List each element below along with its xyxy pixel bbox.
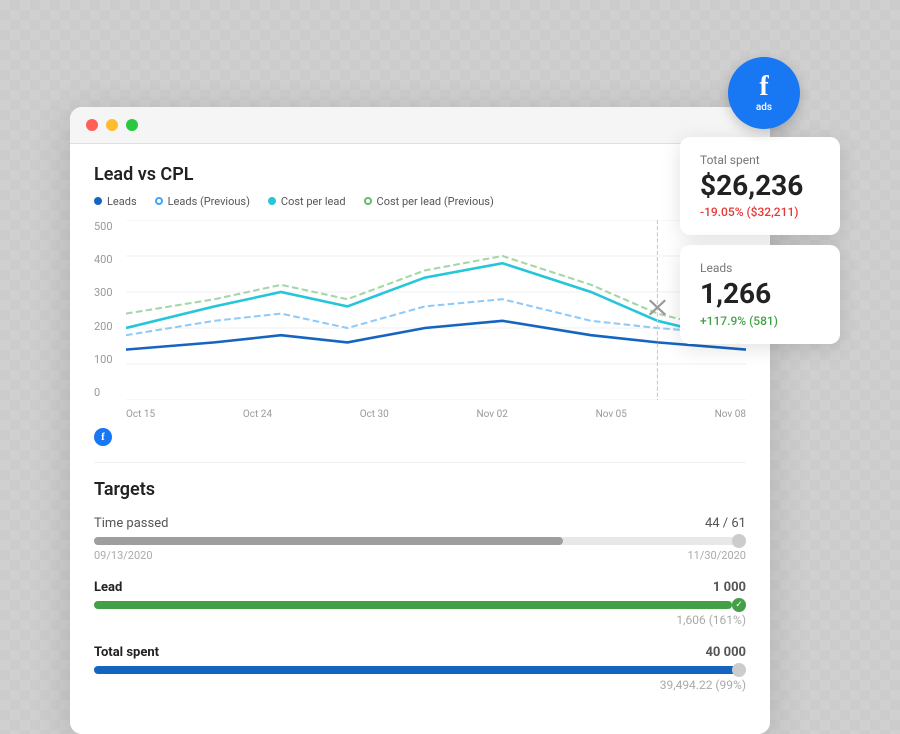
fb-letter: f bbox=[759, 73, 768, 101]
legend-label-cpl-prev: Cost per lead (Previous) bbox=[377, 195, 494, 208]
traffic-light-yellow[interactable] bbox=[106, 119, 118, 131]
fb-ads-badge: f ads bbox=[728, 57, 800, 129]
target-sub-spent: 39,494.22 (99%) bbox=[94, 678, 746, 692]
target-row-time: Time passed 44 / 61 09/13/2020 11/30/202… bbox=[94, 516, 746, 562]
progress-dot-spent bbox=[732, 663, 746, 677]
date-start-time: 09/13/2020 bbox=[94, 549, 153, 562]
legend-label-cpl: Cost per lead bbox=[281, 195, 346, 208]
target-value-spent: 40 000 bbox=[705, 645, 746, 660]
legend-leads-prev: Leads (Previous) bbox=[155, 195, 250, 208]
target-name-lead: Lead bbox=[94, 580, 122, 595]
target-header-lead: Lead 1 000 bbox=[94, 580, 746, 595]
chart-area: 500 400 300 200 100 0 bbox=[94, 220, 746, 420]
target-row-lead: Lead 1 000 1,606 (161%) bbox=[94, 580, 746, 627]
progress-fill-time bbox=[94, 537, 563, 545]
y-label-300: 300 bbox=[94, 286, 122, 299]
target-row-spent: Total spent 40 000 39,494.22 (99%) bbox=[94, 645, 746, 692]
progress-dot-time bbox=[732, 534, 746, 548]
legend-dot-leads-prev bbox=[155, 197, 163, 205]
target-sub-lead: 1,606 (161%) bbox=[94, 613, 746, 627]
stat-value-total-spent: $26,236 bbox=[700, 171, 820, 202]
legend-dot-leads bbox=[94, 197, 102, 205]
progress-fill-lead bbox=[94, 601, 732, 609]
stat-label-total-spent: Total spent bbox=[700, 153, 820, 167]
date-end-time: 11/30/2020 bbox=[687, 549, 746, 562]
legend-leads: Leads bbox=[94, 195, 137, 208]
progress-bg-lead bbox=[94, 601, 746, 609]
traffic-light-red[interactable] bbox=[86, 119, 98, 131]
stat-card-leads: Leads 1,266 +117.9% (581) bbox=[680, 245, 840, 344]
stat-change-total-spent: -19.05% ($32,211) bbox=[700, 205, 820, 219]
chart-legend: Leads Leads (Previous) Cost per lead Cos… bbox=[94, 195, 746, 208]
browser-window: Lead vs CPL Leads Leads (Previous) Cost … bbox=[70, 107, 770, 734]
x-label-oct24: Oct 24 bbox=[243, 409, 272, 420]
chart-fb-icon: f bbox=[94, 428, 112, 446]
traffic-light-green[interactable] bbox=[126, 119, 138, 131]
stat-card-total-spent: Total spent $26,236 -19.05% ($32,211) bbox=[680, 137, 840, 236]
chart-section: Lead vs CPL Leads Leads (Previous) Cost … bbox=[94, 164, 746, 446]
chart-title: Lead vs CPL bbox=[94, 164, 746, 185]
browser-toolbar bbox=[70, 107, 770, 144]
targets-section: Targets Time passed 44 / 61 09/13/2020 1… bbox=[94, 479, 746, 692]
chart-y-labels: 500 400 300 200 100 0 bbox=[94, 220, 122, 400]
stat-label-leads: Leads bbox=[700, 261, 820, 275]
legend-cpl-prev: Cost per lead (Previous) bbox=[364, 195, 494, 208]
fb-ads-label: ads bbox=[756, 102, 772, 113]
target-dates-time: 09/13/2020 11/30/2020 bbox=[94, 549, 746, 562]
target-value-time: 44 / 61 bbox=[705, 516, 746, 531]
stat-value-leads: 1,266 bbox=[700, 279, 820, 310]
x-label-oct15: Oct 15 bbox=[126, 409, 155, 420]
x-label-nov02: Nov 02 bbox=[477, 409, 508, 420]
chart-x-labels: Oct 15 Oct 24 Oct 30 Nov 02 Nov 05 Nov 0… bbox=[126, 409, 746, 420]
line-cpl-previous bbox=[126, 256, 746, 335]
y-label-100: 100 bbox=[94, 353, 122, 366]
legend-cpl: Cost per lead bbox=[268, 195, 346, 208]
target-header-spent: Total spent 40 000 bbox=[94, 645, 746, 660]
progress-bg-time bbox=[94, 537, 746, 545]
browser-content: Lead vs CPL Leads Leads (Previous) Cost … bbox=[70, 144, 770, 734]
legend-dot-cpl-prev bbox=[364, 197, 372, 205]
y-label-200: 200 bbox=[94, 320, 122, 333]
y-label-500: 500 bbox=[94, 220, 122, 233]
progress-fill-spent bbox=[94, 666, 739, 674]
progress-dot-lead bbox=[732, 598, 746, 612]
legend-dot-cpl bbox=[268, 197, 276, 205]
target-header-time: Time passed 44 / 61 bbox=[94, 516, 746, 531]
target-name-spent: Total spent bbox=[94, 645, 159, 660]
section-divider bbox=[94, 462, 746, 463]
target-name-time: Time passed bbox=[94, 516, 168, 531]
line-leads bbox=[126, 320, 746, 349]
x-label-nov05: Nov 05 bbox=[596, 409, 627, 420]
progress-bg-spent bbox=[94, 666, 746, 674]
chart-svg-wrapper bbox=[126, 220, 746, 400]
stat-cards: Total spent $26,236 -19.05% ($32,211) Le… bbox=[680, 137, 840, 345]
target-value-lead: 1 000 bbox=[713, 580, 746, 595]
chart-fb-letter: f bbox=[101, 431, 105, 443]
x-label-nov08: Nov 08 bbox=[715, 409, 746, 420]
y-label-400: 400 bbox=[94, 253, 122, 266]
legend-label-leads: Leads bbox=[107, 195, 137, 208]
targets-title: Targets bbox=[94, 479, 746, 500]
y-label-0: 0 bbox=[94, 386, 122, 399]
x-label-oct30: Oct 30 bbox=[360, 409, 389, 420]
chart-svg bbox=[126, 220, 746, 400]
stat-change-leads: +117.9% (581) bbox=[700, 314, 820, 328]
legend-label-leads-prev: Leads (Previous) bbox=[168, 195, 250, 208]
